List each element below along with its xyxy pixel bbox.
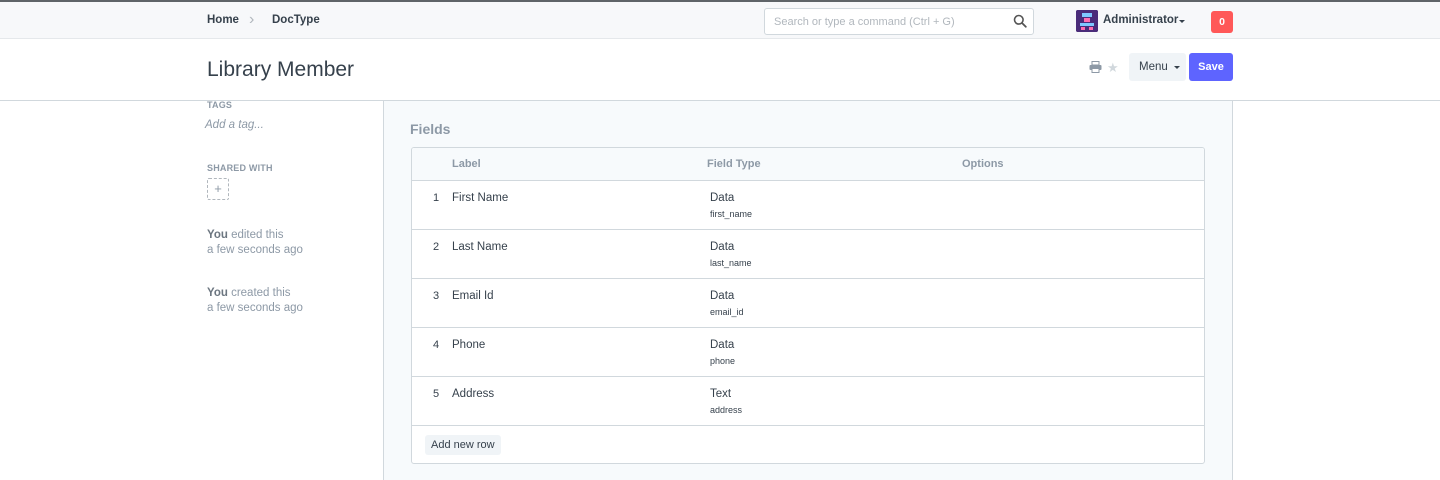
save-button[interactable]: Save [1189, 53, 1233, 81]
search-input[interactable]: Search or type a command (Ctrl + G) [764, 8, 1034, 35]
menu-button[interactable]: Menu [1129, 53, 1186, 81]
column-header-field-type: Field Type [707, 158, 761, 170]
avatar[interactable] [1076, 10, 1098, 32]
row-fieldname: address [710, 405, 743, 415]
notification-badge[interactable]: 0 [1211, 11, 1233, 33]
table-row[interactable]: 2 Last Name Data last_name [412, 230, 1204, 279]
row-index: 4 [433, 339, 440, 351]
breadcrumb-doctype[interactable]: DocType [272, 14, 320, 26]
row-label[interactable]: Last Name [452, 241, 508, 253]
menu-button-label: Menu [1139, 61, 1168, 73]
activity-created: You created this a few seconds ago [207, 286, 303, 316]
table-row[interactable]: 3 Email Id Data email_id [412, 279, 1204, 328]
row-fieldname: phone [710, 356, 736, 366]
navbar: Home › DocType Search or type a command … [0, 0, 1440, 39]
chevron-down-icon[interactable] [1179, 20, 1185, 23]
row-field-type[interactable]: Data [710, 192, 734, 204]
user-menu-label[interactable]: Administrator [1103, 14, 1178, 26]
page-head: Library Member ★ Menu Save [0, 39, 1440, 101]
column-header-options: Options [962, 158, 1004, 170]
row-fieldname: last_name [710, 258, 752, 268]
activity-user[interactable]: You [207, 287, 228, 299]
row-label[interactable]: First Name [452, 192, 508, 204]
search-placeholder: Search or type a command (Ctrl + G) [774, 16, 955, 28]
row-field-type[interactable]: Data [710, 241, 734, 253]
add-new-row-button[interactable]: Add new row [425, 435, 501, 455]
table-row[interactable]: 1 First Name Data first_name [412, 181, 1204, 230]
activity-action: created this [231, 287, 291, 299]
page-title: Library Member [207, 58, 355, 81]
chevron-down-icon [1174, 66, 1180, 69]
share-add-button[interactable]: + [207, 178, 229, 200]
row-field-type[interactable]: Data [710, 290, 734, 302]
activity-action: edited this [231, 229, 284, 241]
breadcrumb-home[interactable]: Home [207, 14, 239, 26]
row-label[interactable]: Address [452, 388, 494, 400]
column-header-label: Label [452, 158, 481, 170]
row-index: 5 [433, 388, 440, 400]
section-title: Fields [410, 121, 451, 137]
fields-table: Label Field Type Options 1 First Name Da… [411, 147, 1205, 464]
table-row[interactable]: 4 Phone Data phone [412, 328, 1204, 377]
row-label[interactable]: Email Id [452, 290, 494, 302]
activity-edited: You edited this a few seconds ago [207, 228, 303, 258]
table-row[interactable]: 5 Address Text address [412, 377, 1204, 426]
star-icon[interactable]: ★ [1107, 60, 1119, 76]
activity-time: a few seconds ago [207, 302, 303, 314]
shared-with-label: SHARED WITH [207, 163, 273, 173]
row-fieldname: first_name [710, 209, 753, 219]
avatar-icon [1076, 10, 1098, 32]
row-index: 1 [433, 192, 440, 204]
add-tag-link[interactable]: Add a tag... [205, 119, 264, 131]
table-header: Label Field Type Options [412, 148, 1204, 181]
row-index: 2 [433, 241, 440, 253]
row-index: 3 [433, 290, 440, 302]
search-icon[interactable] [1013, 14, 1027, 28]
row-label[interactable]: Phone [452, 339, 485, 351]
activity-user[interactable]: You [207, 229, 228, 241]
tags-label: TAGS [207, 100, 233, 110]
row-field-type[interactable]: Text [710, 388, 731, 400]
row-fieldname: email_id [710, 307, 744, 317]
activity-time: a few seconds ago [207, 244, 303, 256]
print-icon[interactable] [1089, 61, 1102, 73]
chevron-right-icon: › [249, 11, 255, 28]
row-field-type[interactable]: Data [710, 339, 734, 351]
